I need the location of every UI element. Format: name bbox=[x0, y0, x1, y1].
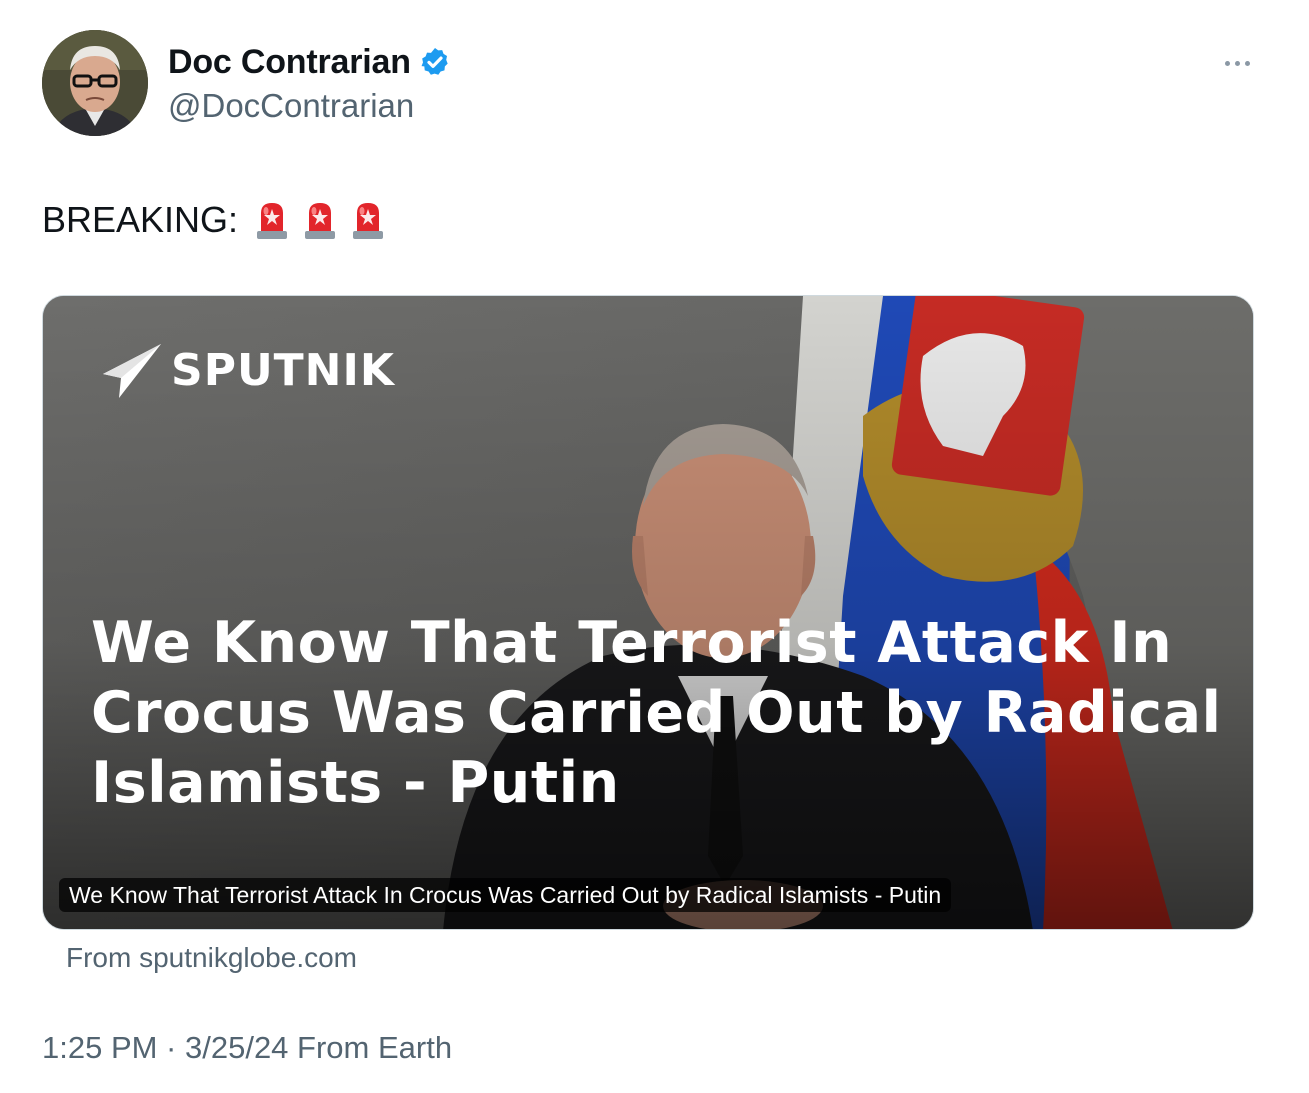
more-dot bbox=[1244, 60, 1250, 66]
avatar[interactable] bbox=[42, 30, 148, 136]
more-dot bbox=[1234, 60, 1240, 66]
sputnik-arrow-icon bbox=[103, 344, 161, 398]
siren-emoji-icon bbox=[353, 203, 384, 239]
sputnik-brand: SPUTNIK bbox=[171, 344, 395, 396]
link-card[interactable]: SPUTNIK We Know That Terrorist Attack In… bbox=[42, 295, 1254, 930]
display-name-text[interactable]: Doc Contrarian bbox=[168, 40, 411, 84]
emoji-row bbox=[254, 199, 386, 241]
avatar-portrait-icon bbox=[42, 30, 148, 136]
tweet-text: BREAKING: bbox=[42, 196, 386, 244]
card-headline: We Know That Terrorist Attack In Crocus … bbox=[91, 610, 1222, 816]
tweet: Doc Contrarian @DocContrarian BREAKING: bbox=[0, 0, 1309, 1093]
more-options-button[interactable] bbox=[1214, 48, 1260, 78]
card-caption[interactable]: We Know That Terrorist Attack In Crocus … bbox=[59, 878, 952, 912]
siren-emoji-icon bbox=[257, 203, 288, 239]
tweet-text-content: BREAKING: bbox=[42, 199, 239, 240]
card-source-link[interactable]: From sputnikglobe.com bbox=[66, 940, 357, 976]
verified-badge-icon bbox=[421, 48, 448, 75]
siren-emoji-icon bbox=[305, 203, 336, 239]
display-name[interactable]: Doc Contrarian bbox=[168, 40, 451, 84]
more-horizontal-icon bbox=[1224, 60, 1230, 66]
sputnik-logo: SPUTNIK bbox=[101, 340, 395, 400]
author-handle[interactable]: @DocContrarian bbox=[168, 84, 414, 128]
tweet-timestamp[interactable]: 1:25 PM · 3/25/24 From Earth bbox=[42, 1028, 452, 1068]
